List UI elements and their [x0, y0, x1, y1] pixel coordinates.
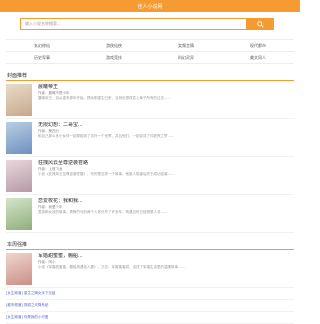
nav-row: 历史军事 游戏竞技 科幻灵异 美文同人	[6, 52, 294, 64]
book-cover[interactable]	[6, 198, 32, 230]
section-header-recommend: 本周强推	[6, 241, 294, 250]
book-info: 军婚甜蜜蜜，棚船... 作者：阿小 小说《军婚甜蜜蜜，棚船再遇佳人要》，又名：军…	[38, 253, 294, 287]
nav-item[interactable]: 女频言情	[150, 40, 222, 51]
book-info: 晨曦帝王 作者：晨曦不是小年 晨曦帝王，自从重来那年开始，顾永刚重生归来，当然也…	[38, 84, 294, 118]
nav-item[interactable]: 美文同人	[222, 52, 294, 63]
nav-item[interactable]: 现代都市	[222, 40, 294, 51]
category-nav: 玄幻修仙 游侠仙侠 女频言情 现代都市 历史军事 游戏竞技 科幻灵异 美文同人	[6, 39, 294, 64]
book-item[interactable]: 恋爱校花：我和我... 作者：我爱少年 男孩和女孩的故事，青梅竹马的两个人却分开…	[6, 195, 294, 233]
book-title[interactable]: 狂拽风云至尊逆袭苍路	[38, 160, 294, 167]
search-placeholder: 输入小说名称搜索...	[25, 21, 61, 26]
book-title[interactable]: 无限幻想：二哥宝...	[38, 122, 294, 129]
book-title[interactable]: 恋爱校花：我和我...	[38, 198, 294, 205]
nav-item[interactable]: 科幻灵异	[150, 52, 222, 63]
book-cover[interactable]	[6, 84, 32, 116]
book-desc: 男孩和女孩的故事，青梅竹马的两个人却分开了许多年，再遇见时已经物是人非……	[38, 210, 168, 214]
search-bar: 输入小说名称搜索...	[0, 12, 300, 32]
nav-item[interactable]: 游侠仙侠	[78, 40, 150, 51]
book-desc: 晨曦帝王，自从重来那年开始，顾永刚重生归来，当然也想改变上辈子所有的过去……	[38, 96, 171, 100]
book-cover[interactable]	[6, 253, 32, 285]
featured-book[interactable]: 军婚甜蜜蜜，棚船... 作者：阿小 小说《军婚甜蜜蜜，棚船再遇佳人要》，又名：军…	[6, 250, 294, 288]
book-title[interactable]: 晨曦帝王	[38, 84, 294, 91]
search-input[interactable]: 输入小说名称搜索...	[20, 18, 246, 30]
top-bar: 佳人小说网	[0, 0, 300, 12]
book-cover[interactable]	[6, 160, 32, 192]
book-cover[interactable]	[6, 122, 32, 154]
section-title: 封面推荐	[7, 73, 28, 79]
site-title: 佳人小说网	[137, 3, 163, 10]
list-item[interactable]: [女生频道] 你是我的小可爱	[6, 312, 294, 324]
book-info: 无限幻想：二哥宝... 作者：鹿四分 和自己那么多小伙伴一起穿越到了另外一个世界…	[38, 122, 294, 156]
search-icon	[256, 20, 264, 28]
list-item[interactable]: [都市频道] 穿越之天降系统	[6, 300, 294, 312]
book-info: 狂拽风云至尊逆袭苍路 作者：上首飞龙 小说《狂拽风云至尊逆袭苍路》，写的是这样一…	[38, 160, 294, 194]
book-item[interactable]: 晨曦帝王 作者：晨曦不是小年 晨曦帝王，自从重来那年开始，顾永刚重生归来，当然也…	[6, 81, 294, 119]
book-title[interactable]: 军婚甜蜜蜜，棚船...	[38, 253, 294, 260]
book-desc: 小说《军婚甜蜜蜜，棚船再遇佳人要》，又名：军婚蜜蜜甜，讲述了军婚生活里的温暖故事…	[38, 265, 185, 269]
nav-item[interactable]: 历史军事	[6, 52, 78, 63]
nav-row: 玄幻修仙 游侠仙侠 女频言情 现代都市	[6, 40, 294, 52]
book-list: 晨曦帝王 作者：晨曦不是小年 晨曦帝王，自从重来那年开始，顾永刚重生归来，当然也…	[0, 81, 300, 233]
book-info: 恋爱校花：我和我... 作者：我爱少年 男孩和女孩的故事，青梅竹马的两个人却分开…	[38, 198, 294, 232]
nav-item[interactable]: 玄幻修仙	[6, 40, 78, 51]
book-item[interactable]: 无限幻想：二哥宝... 作者：鹿四分 和自己那么多小伙伴一起穿越到了另外一个世界…	[6, 119, 294, 157]
section-header-hot: 封面推荐	[6, 72, 294, 81]
text-book-list: [女生频道] 重生之嫡女手下无敌 [都市频道] 穿越之天降系统 [女生频道] 你…	[6, 288, 294, 324]
book-item[interactable]: 狂拽风云至尊逆袭苍路 作者：上首飞龙 小说《狂拽风云至尊逆袭苍路》，写的是这样一…	[6, 157, 294, 195]
section-title: 本周强推	[7, 242, 28, 248]
search-button[interactable]	[246, 18, 274, 30]
book-desc: 小说《狂拽风云至尊逆袭苍路》，写的是这样一个故事，他被人陷害后终于成功逆袭……	[38, 172, 175, 176]
book-desc: 和自己那么多小伙伴一起穿越到了另外一个世界，并且他们，一起变成了仲夏夜之梦……	[38, 134, 175, 138]
list-item[interactable]: [女生频道] 重生之嫡女手下无敌	[6, 288, 294, 300]
nav-item[interactable]: 游戏竞技	[78, 52, 150, 63]
